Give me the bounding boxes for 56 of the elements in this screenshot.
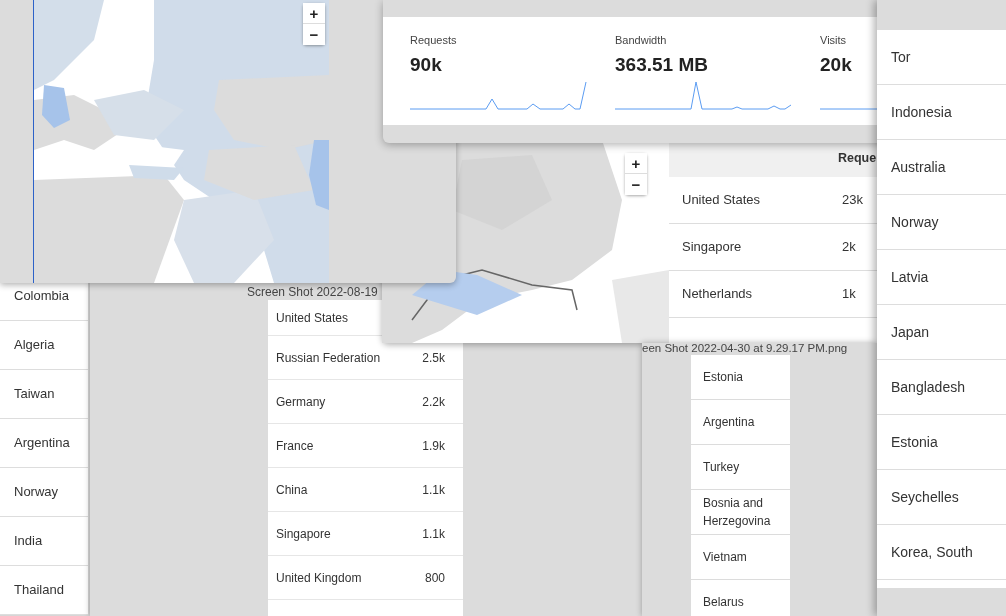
country-name: Argentina xyxy=(14,434,70,453)
country-name: China xyxy=(276,481,308,499)
request-count: 1k xyxy=(842,285,856,304)
column-header: Reque xyxy=(838,150,877,168)
country-name: Belarus xyxy=(703,593,744,611)
country-name: Singapore xyxy=(276,525,331,543)
country-name: Estonia xyxy=(703,368,744,386)
stat-label: Bandwidth xyxy=(615,35,668,46)
country-name: Germany xyxy=(276,393,326,411)
country-name: Norway xyxy=(14,483,59,502)
country-name: United States xyxy=(681,191,762,210)
country-name: Argentina xyxy=(703,413,755,431)
country-name: Taiwan xyxy=(14,385,55,404)
country-name: Vietnam xyxy=(703,548,747,566)
stat-value: 90k xyxy=(410,55,442,74)
screenshot-caption: een Shot 2022-04-30 at 9.29.17 PM.png xyxy=(642,343,848,355)
request-count: 1.9k xyxy=(422,437,445,455)
stat-value: 363.51 MB xyxy=(615,55,708,74)
country-name: Netherlands xyxy=(681,285,754,304)
country-name: France xyxy=(276,437,314,455)
country-name: Latvia xyxy=(891,267,929,287)
country-name: Bangladesh xyxy=(891,377,965,397)
country-name: Thailand xyxy=(14,581,64,600)
country-name: Japan xyxy=(891,322,930,342)
zoom-in-button[interactable]: + xyxy=(625,153,647,174)
screenshot-caption: Screen Shot 2022-08-19 xyxy=(247,285,378,298)
zoom-in-button[interactable]: + xyxy=(303,3,325,24)
request-count: 1.1k xyxy=(422,481,445,499)
country-name: Colombia xyxy=(14,287,69,306)
country-name: India xyxy=(14,532,43,551)
country-name: United States xyxy=(276,309,349,327)
stat-label: Requests xyxy=(410,35,458,46)
country-name: Russian Federation xyxy=(276,349,381,367)
request-count: 23k xyxy=(842,191,863,210)
country-name: Bosnia and Herzegovina xyxy=(703,494,772,530)
country-name: Korea, South xyxy=(891,542,973,562)
request-count: 2.5k xyxy=(422,349,445,367)
stat-value: 20k xyxy=(820,55,852,74)
country-name: Norway xyxy=(891,212,939,232)
request-count: 2k xyxy=(842,238,856,257)
country-name: Estonia xyxy=(891,432,938,452)
zoom-out-button[interactable]: − xyxy=(303,24,325,45)
country-name: Turkey xyxy=(703,458,740,476)
sparkline xyxy=(820,108,877,110)
zoom-out-button[interactable]: − xyxy=(625,174,647,195)
country-name: United Kingdom xyxy=(276,569,362,587)
country-name: Singapore xyxy=(681,238,743,257)
request-count: 1.1k xyxy=(422,525,445,543)
country-name: Australia xyxy=(891,157,946,177)
request-count: 2.2k xyxy=(422,393,445,411)
stat-label: Visits xyxy=(820,35,848,46)
country-name: Tor xyxy=(891,47,911,67)
request-count: 800 xyxy=(424,569,445,587)
country-name: Algeria xyxy=(14,336,55,355)
country-name: Indonesia xyxy=(891,102,952,122)
country-name: Seychelles xyxy=(891,487,959,507)
